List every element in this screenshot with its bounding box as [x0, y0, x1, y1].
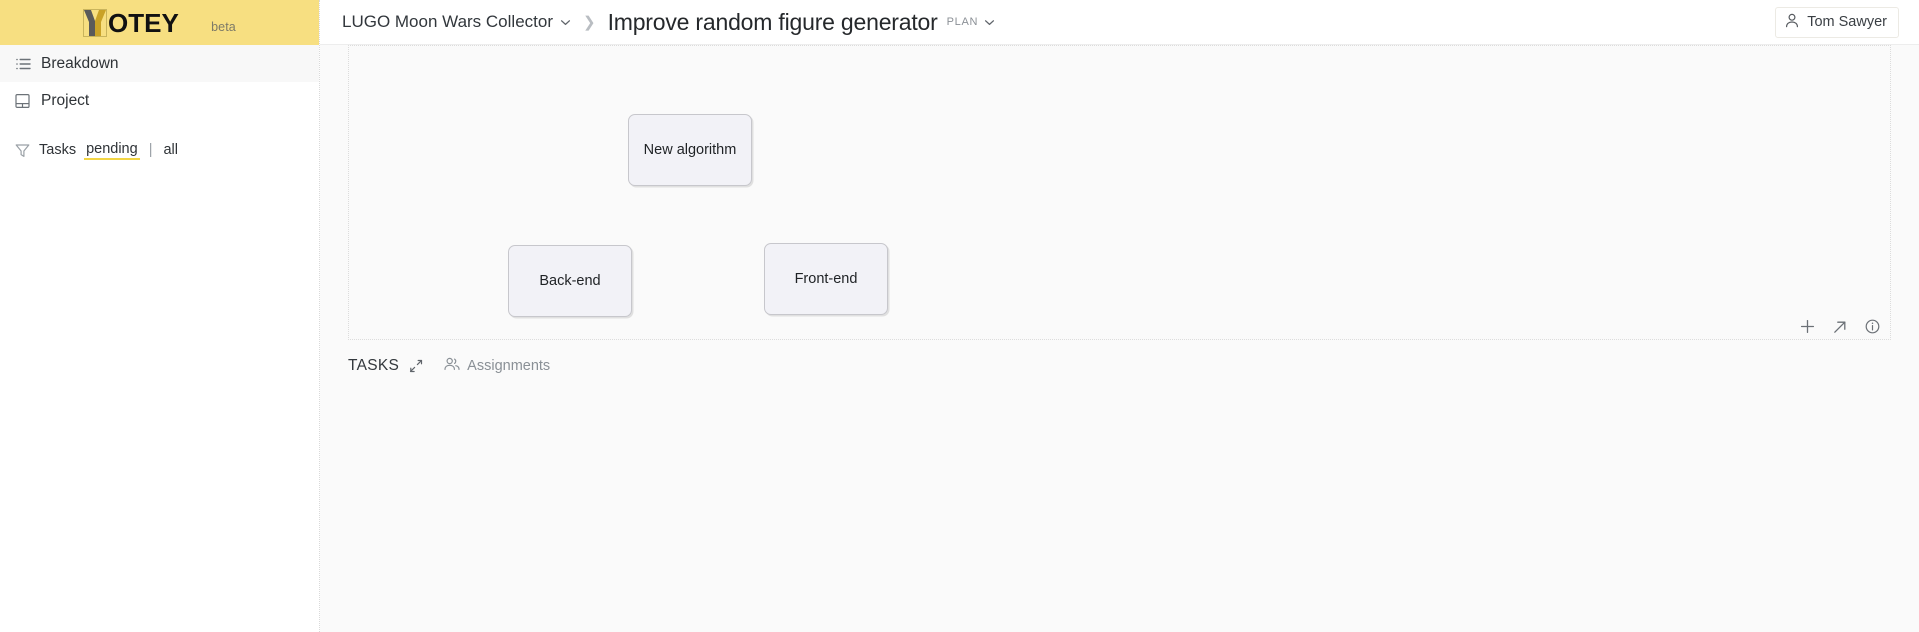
y-logo-icon: OTEY — [83, 8, 179, 37]
add-node-button[interactable] — [1800, 319, 1815, 334]
logo-bar: OTEY beta — [0, 0, 319, 45]
user-name: Tom Sawyer — [1807, 14, 1887, 30]
sidebar: OTEY beta Breakdown Project Tasks pendin… — [0, 0, 320, 632]
app-logo[interactable]: OTEY beta — [83, 8, 236, 37]
tasks-filter-label: Tasks — [39, 142, 77, 158]
diagram-node[interactable]: Back-end — [508, 245, 632, 317]
sidebar-divider-space — [0, 119, 319, 134]
canvas-info-button[interactable] — [1865, 319, 1880, 334]
breadcrumb-separator: ❯ — [582, 14, 596, 31]
diagram-node[interactable]: Front-end — [764, 243, 888, 315]
canvas-container: New algorithm Back-end Front-end — [320, 45, 1919, 340]
sidebar-item-breakdown[interactable]: Breakdown — [0, 45, 319, 82]
breadcrumb-project-label: LUGO Moon Wars Collector — [342, 12, 553, 31]
sidebar-item-label: Project — [41, 91, 90, 109]
svg-text:OTEY: OTEY — [108, 9, 179, 37]
assignments-button[interactable]: Assignments — [444, 357, 550, 375]
canvas-toolbar — [1800, 319, 1880, 334]
breadcrumb-project[interactable]: LUGO Moon Wars Collector — [342, 12, 571, 32]
diagram-node-label: Back-end — [539, 273, 601, 289]
tasks-filter-separator: | — [148, 142, 153, 158]
tasks-list-body — [320, 375, 1919, 615]
list-icon — [14, 55, 31, 72]
chevron-down-icon — [984, 17, 995, 28]
book-icon — [14, 92, 31, 109]
app-root: OTEY beta Breakdown Project Tasks pendin… — [0, 0, 1919, 632]
logo-beta-label: beta — [211, 19, 236, 34]
plan-mode-selector[interactable]: PLAN — [947, 16, 996, 28]
tasks-filter-pending[interactable]: pending — [84, 140, 140, 160]
top-bar: LUGO Moon Wars Collector ❯ Improve rando… — [320, 0, 1919, 45]
sidebar-item-label: Breakdown — [41, 54, 119, 72]
expand-canvas-button[interactable] — [1833, 320, 1847, 334]
tasks-title: TASKS — [348, 357, 400, 374]
tasks-header: TASKS Assignments — [320, 340, 1919, 375]
diagram-node[interactable]: New algorithm — [628, 114, 752, 186]
collapse-icon[interactable] — [409, 359, 423, 373]
page-title: Improve random figure generator — [607, 8, 938, 35]
tasks-filter-all[interactable]: all — [161, 141, 180, 159]
user-menu-button[interactable]: Tom Sawyer — [1775, 6, 1899, 38]
funnel-icon — [14, 142, 31, 159]
chevron-down-icon — [560, 17, 571, 28]
plan-mode-label: PLAN — [946, 16, 979, 28]
diagram-node-label: Front-end — [794, 271, 858, 287]
main-area: LUGO Moon Wars Collector ❯ Improve rando… — [320, 0, 1919, 632]
people-icon — [444, 357, 460, 375]
tasks-filter-row: Tasks pending | all — [0, 134, 319, 166]
person-icon — [1785, 13, 1799, 32]
breakdown-canvas[interactable]: New algorithm Back-end Front-end — [348, 45, 1891, 340]
diagram-node-label: New algorithm — [643, 142, 737, 158]
assignments-label: Assignments — [467, 358, 551, 374]
sidebar-item-project[interactable]: Project — [0, 82, 319, 119]
sidebar-nav: Breakdown Project Tasks pending | all — [0, 45, 319, 166]
